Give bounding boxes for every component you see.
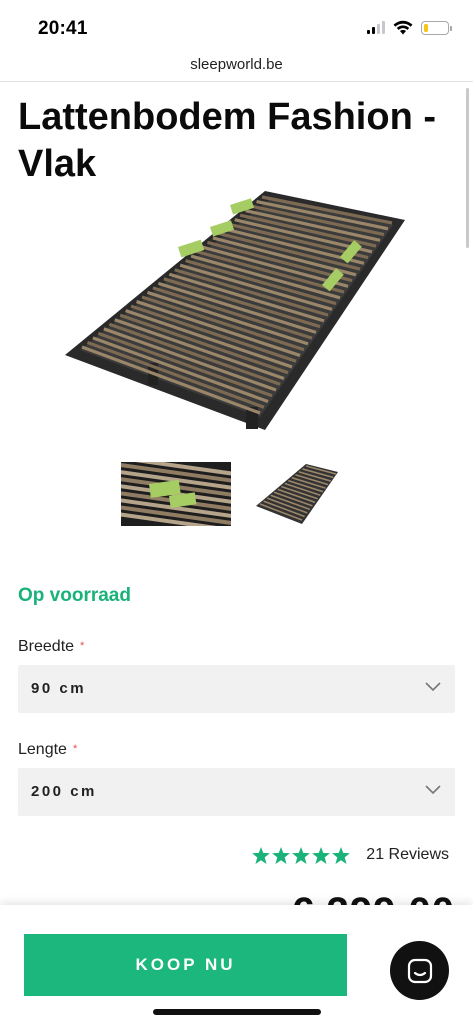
cellular-signal-icon xyxy=(367,21,385,34)
review-count[interactable]: 21 Reviews xyxy=(366,846,449,864)
star-icon xyxy=(292,846,311,864)
bed-base-overview-thumbnail[interactable] xyxy=(250,462,342,526)
rating[interactable]: 21 Reviews xyxy=(252,846,449,864)
url-bar[interactable]: sleepworld.be xyxy=(0,50,473,82)
breedte-label-text: Breedte xyxy=(18,638,75,655)
star-icon xyxy=(272,846,291,864)
product-title: Lattenbodem Fashion - Vlak xyxy=(18,96,436,185)
scroll-indicator[interactable] xyxy=(466,88,469,248)
chevron-down-icon xyxy=(425,785,441,795)
breedte-value[interactable]: 90 cm xyxy=(31,680,86,697)
stock-status: Op voorraad xyxy=(18,585,131,606)
required-mark: * xyxy=(72,743,78,755)
chevron-down-icon xyxy=(425,682,441,692)
battery-icon xyxy=(421,20,452,35)
url-text[interactable]: sleepworld.be xyxy=(190,56,283,73)
buy-now-button[interactable]: KOOP NU xyxy=(24,934,347,996)
breedte-select[interactable]: 90 cm xyxy=(18,665,455,713)
star-icon xyxy=(252,846,271,864)
lengte-select[interactable]: 200 cm xyxy=(18,768,455,816)
slatted-bed-base-image[interactable] xyxy=(60,185,410,435)
star-icon xyxy=(332,846,351,864)
status-time: 20:41 xyxy=(38,18,88,39)
lengte-value[interactable]: 200 cm xyxy=(31,783,97,800)
status-icons xyxy=(367,20,452,35)
required-mark: * xyxy=(80,640,85,652)
breedte-label: Breedte * xyxy=(18,638,84,656)
sticky-buy-bar: KOOP NU xyxy=(0,905,473,1024)
status-bar: 20:41 xyxy=(0,0,473,50)
wifi-icon xyxy=(393,20,413,35)
home-indicator xyxy=(153,1009,321,1015)
star-icon xyxy=(312,846,331,864)
lengte-label: Lengte * xyxy=(18,741,77,759)
chat-button[interactable] xyxy=(390,941,449,1000)
battery-level xyxy=(424,23,428,32)
rating-stars xyxy=(252,846,351,864)
lengte-label-text: Lengte xyxy=(18,741,67,758)
slat-detail-thumbnail[interactable] xyxy=(107,455,245,533)
chat-icon xyxy=(407,958,433,984)
